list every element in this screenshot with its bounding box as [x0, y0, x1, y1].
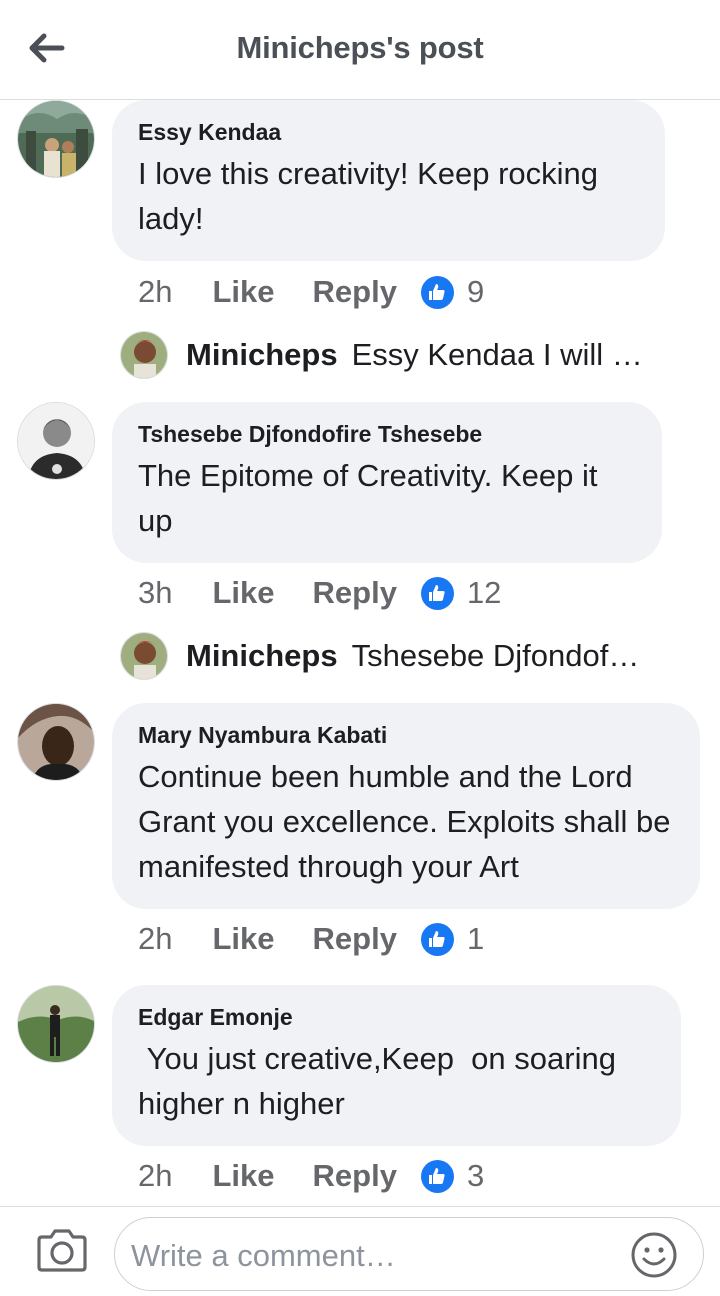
comment-actions: 2h Like Reply 3: [138, 1156, 484, 1196]
comment-time: 3h: [138, 575, 173, 610]
reply-text: Essy Kendaa I will …: [351, 337, 643, 372]
comment-author[interactable]: Tshesebe Djfondofire Tshesebe: [138, 420, 636, 448]
comment-bubble[interactable]: Mary Nyambura Kabati Continue been humbl…: [112, 703, 700, 909]
comment-bubble[interactable]: Essy Kendaa I love this creativity! Keep…: [112, 100, 665, 261]
like-button[interactable]: Like: [212, 274, 274, 310]
reply-author[interactable]: Minicheps: [186, 638, 338, 674]
avatar[interactable]: [17, 703, 95, 781]
reaction-count[interactable]: 12: [467, 575, 501, 611]
reply-preview[interactable]: Minicheps Tshesebe Djfondof…: [120, 630, 680, 682]
reply-button[interactable]: Reply: [313, 1158, 397, 1194]
reply-author[interactable]: Minicheps: [186, 337, 338, 373]
comment-text: You just creative,Keep on soaring higher…: [138, 1041, 625, 1121]
thumbs-up-icon[interactable]: [420, 922, 454, 956]
reaction-count[interactable]: 3: [467, 1158, 484, 1194]
comment-input-placeholder: Write a comment…: [131, 1238, 396, 1273]
emoji-button[interactable]: [629, 1230, 679, 1280]
comment-actions: 3h Like Reply 12: [138, 573, 501, 613]
reply-button[interactable]: Reply: [313, 575, 397, 611]
comment-text: I love this creativity! Keep rocking lad…: [138, 156, 607, 236]
reply-preview[interactable]: Minicheps Essy Kendaa I will …: [120, 329, 680, 381]
page-title: Minicheps's post: [236, 30, 484, 65]
comment-bubble[interactable]: Tshesebe Djfondofire Tshesebe The Epitom…: [112, 402, 662, 563]
comments-feed[interactable]: Essy Kendaa I love this creativity! Keep…: [0, 100, 720, 1206]
avatar[interactable]: [17, 985, 95, 1063]
avatar[interactable]: [17, 402, 95, 480]
comment-input[interactable]: Write a comment…: [114, 1217, 704, 1291]
post-header: Minicheps's post: [0, 0, 720, 100]
reply-button[interactable]: Reply: [313, 274, 397, 310]
thumbs-up-icon[interactable]: [420, 576, 454, 610]
reaction-count[interactable]: 1: [467, 921, 484, 957]
comment-author[interactable]: Mary Nyambura Kabati: [138, 721, 674, 749]
reaction-count[interactable]: 9: [467, 274, 484, 310]
avatar[interactable]: [120, 331, 168, 379]
comment-actions: 2h Like Reply 1: [138, 919, 484, 959]
comment-author[interactable]: Essy Kendaa: [138, 118, 639, 146]
comment-time: 2h: [138, 1158, 173, 1193]
avatar[interactable]: [17, 100, 95, 178]
comment-bubble[interactable]: Edgar Emonje You just creative,Keep on s…: [112, 985, 681, 1146]
comment-author[interactable]: Edgar Emonje: [138, 1003, 655, 1031]
like-button[interactable]: Like: [212, 921, 274, 957]
thumbs-up-icon[interactable]: [420, 275, 454, 309]
comment-actions: 2h Like Reply 9: [138, 272, 484, 312]
comment-text: The Epitome of Creativity. Keep it up: [138, 458, 607, 538]
comment-time: 2h: [138, 921, 173, 956]
like-button[interactable]: Like: [212, 1158, 274, 1194]
camera-button[interactable]: [36, 1227, 88, 1275]
reply-text: Tshesebe Djfondof…: [351, 638, 640, 673]
comment-composer: Write a comment…: [0, 1206, 720, 1296]
camera-icon: [37, 1229, 87, 1272]
thumbs-up-icon[interactable]: [420, 1159, 454, 1193]
comment-text: Continue been humble and the Lord Grant …: [138, 759, 680, 884]
avatar[interactable]: [120, 632, 168, 680]
reply-button[interactable]: Reply: [313, 921, 397, 957]
like-button[interactable]: Like: [212, 575, 274, 611]
smiley-icon: [631, 1232, 677, 1278]
comment-time: 2h: [138, 274, 173, 309]
